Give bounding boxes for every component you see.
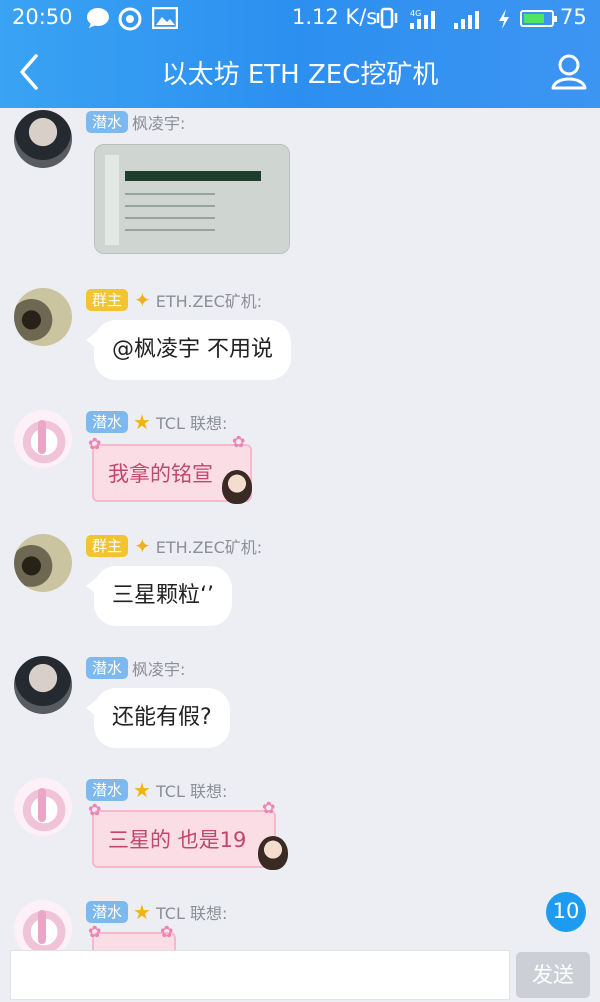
composer-bar: 发送 xyxy=(0,950,600,1002)
image-row xyxy=(125,229,215,231)
message-text: 还能有假? xyxy=(112,705,212,730)
image-sidebar xyxy=(105,155,119,245)
nav-bar: 以太坊 ETH ZEC挖矿机 xyxy=(0,42,600,102)
top-bar: 20:50 1.12 K/s 4G 75 以太坊 ETH ZEC挖矿机 xyxy=(0,0,600,108)
message-bubble[interactable]: 三星的 也是19 xyxy=(92,810,276,868)
sender-line: 潜水 ★ TCL 联想: xyxy=(86,410,227,434)
sender-line: 群主 ✦ ETH.ZEC矿机: xyxy=(86,288,262,312)
sender-line: 潜水 ★ TCL 联想: xyxy=(86,778,227,802)
sender-name: TCL 联想: xyxy=(155,782,228,801)
battery-level xyxy=(524,14,544,23)
message-text: 三星颗粒‘’ xyxy=(112,583,214,608)
role-badge: 潜水 xyxy=(86,111,129,133)
gallery-icon xyxy=(151,6,179,34)
flower-icon: ✿ xyxy=(88,922,102,941)
message-input[interactable] xyxy=(10,950,510,1000)
image-row xyxy=(125,193,215,195)
message-list[interactable]: 潜水 枫凌宇: 群主 ✦ ETH.ZEC矿机: @枫凌宇 不用说 潜水 ★ TC… xyxy=(0,108,600,950)
network-speed: 1.12 K/s xyxy=(292,5,378,29)
group-profile-button[interactable] xyxy=(548,50,590,94)
image-row xyxy=(125,217,215,219)
role-badge: 潜水 xyxy=(86,779,129,801)
status-bar: 20:50 1.12 K/s 4G 75 xyxy=(0,0,600,38)
sender-line: 潜水 ★ TCL 联想: xyxy=(86,900,227,924)
flower-icon: ✿ xyxy=(232,432,246,451)
message-bubble[interactable]: @枫凌宇 不用说 xyxy=(86,320,291,380)
star-icon: ★ xyxy=(133,900,151,924)
sender-name: TCL 联想: xyxy=(155,904,228,923)
page-title: 以太坊 ETH ZEC挖矿机 xyxy=(161,60,439,90)
image-header-band xyxy=(125,171,261,181)
avatar[interactable] xyxy=(14,534,72,592)
flower-icon: ✿ xyxy=(88,800,102,819)
signal-bars-icon xyxy=(452,7,486,36)
avatar[interactable] xyxy=(14,288,72,346)
role-badge: 群主 xyxy=(86,289,129,311)
sparkle-icon: ✦ xyxy=(134,534,151,558)
image-row xyxy=(125,205,215,207)
send-button[interactable]: 发送 xyxy=(516,952,590,998)
sender-line: 潜水 枫凌宇: xyxy=(86,110,185,134)
message-bubble[interactable]: 还能有假? xyxy=(86,688,230,748)
signal-4g-icon: 4G xyxy=(408,7,442,36)
avatar[interactable] xyxy=(14,656,72,714)
sender-name: 枫凌宇: xyxy=(132,114,186,133)
sender-line: 群主 ✦ ETH.ZEC矿机: xyxy=(86,534,262,558)
role-badge: 潜水 xyxy=(86,657,129,679)
role-badge: 潜水 xyxy=(86,411,129,433)
status-time: 20:50 xyxy=(12,5,73,29)
sender-line: 潜水 枫凌宇: xyxy=(86,656,185,680)
chat-bubble-icon xyxy=(86,7,110,34)
battery-percent: 75 xyxy=(560,5,587,29)
sender-name: ETH.ZEC矿机: xyxy=(155,292,263,311)
star-icon: ★ xyxy=(133,410,151,434)
sender-name: 枫凌宇: xyxy=(132,660,186,679)
flower-icon: ✿ xyxy=(88,434,102,453)
person-icon xyxy=(551,54,587,90)
sparkle-icon: ✦ xyxy=(134,288,151,312)
role-badge: 潜水 xyxy=(86,901,129,923)
message-text: 三星的 也是19 xyxy=(108,828,247,852)
avatar[interactable] xyxy=(14,778,72,836)
girl-sticker-icon xyxy=(222,470,252,504)
avatar[interactable] xyxy=(14,900,72,950)
message-text: @枫凌宇 不用说 xyxy=(112,337,273,362)
star-icon: ★ xyxy=(133,778,151,802)
avatar[interactable] xyxy=(14,410,72,468)
svg-text:4G: 4G xyxy=(410,9,421,18)
camera-icon xyxy=(118,7,142,36)
vibrate-icon xyxy=(376,7,398,34)
charging-icon xyxy=(496,7,512,36)
flower-icon: ✿ xyxy=(262,798,276,817)
sender-name: ETH.ZEC矿机: xyxy=(155,538,263,557)
message-bubble[interactable]: 三星颗粒‘’ xyxy=(86,566,232,626)
image-message[interactable] xyxy=(94,144,290,254)
unread-count-badge[interactable]: 10 xyxy=(546,892,586,932)
avatar[interactable] xyxy=(14,110,72,168)
message-text: 我拿的铭宣 xyxy=(108,462,213,486)
sender-name: TCL 联想: xyxy=(155,414,228,433)
girl-sticker-icon xyxy=(258,836,288,870)
flower-icon: ✿ xyxy=(160,922,174,941)
role-badge: 群主 xyxy=(86,535,129,557)
battery-icon xyxy=(520,10,557,27)
